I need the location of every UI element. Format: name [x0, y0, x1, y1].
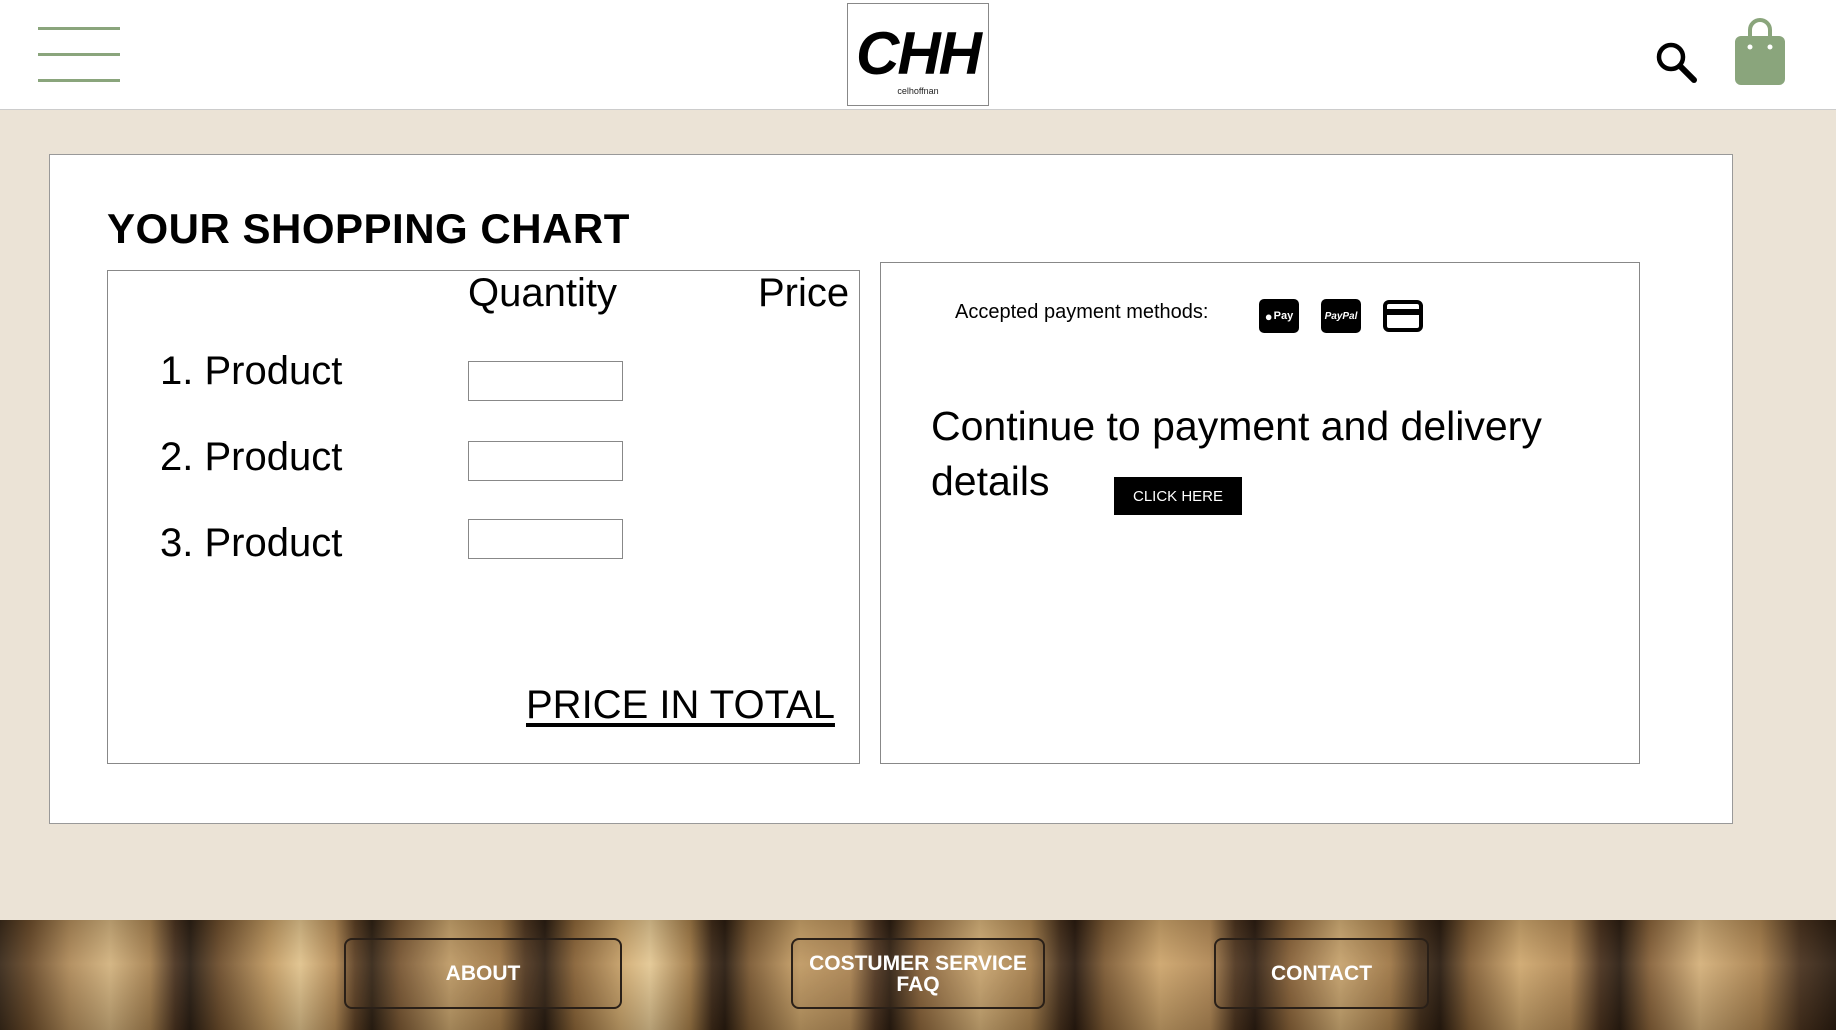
accepted-payment-label: Accepted payment methods:: [955, 301, 1209, 323]
quantity-input-2[interactable]: [468, 441, 623, 481]
top-header: CHH celhoffnan: [0, 0, 1836, 110]
contact-label: CONTACT: [1270, 962, 1373, 985]
about-button[interactable]: ABOUT: [344, 938, 622, 1009]
contact-button[interactable]: CONTACT: [1214, 938, 1429, 1009]
quantity-column-header: Quantity: [468, 271, 617, 315]
price-column-header: Price: [758, 271, 850, 315]
service-label-line1: COSTUMER SERVICE: [809, 951, 1027, 975]
page-title: YOUR SHOPPING CHART: [107, 205, 630, 252]
customer-service-button[interactable]: COSTUMER SERVICE FAQ: [791, 938, 1045, 1009]
shopping-bag-icon[interactable]: [1734, 16, 1786, 86]
cart-items-box: Quantity Price 1. Product 2. Product 3. …: [107, 270, 860, 764]
shopping-cart-panel: YOUR SHOPPING CHART Quantity Price 1. Pr…: [49, 154, 1733, 824]
brand-logo[interactable]: CHH celhoffnan: [847, 3, 989, 106]
click-here-button[interactable]: CLICK HERE: [1114, 477, 1242, 515]
search-icon[interactable]: [1652, 38, 1700, 86]
product-label-1: 1. Product: [160, 349, 343, 393]
hamburger-menu-icon[interactable]: [38, 27, 120, 83]
logo-subtext: celhoffnan: [897, 86, 939, 96]
paypal-text: PayPal: [1324, 310, 1358, 322]
paypal-icon: PayPal: [1321, 299, 1361, 333]
footer-bamboo: ABOUT COSTUMER SERVICE FAQ CONTACT: [0, 920, 1836, 1030]
about-label: ABOUT: [445, 962, 521, 985]
quantity-input-1[interactable]: [468, 361, 623, 401]
payment-box: Accepted payment methods: ● Pay PayPal Co…: [880, 262, 1640, 764]
credit-card-icon: [1383, 300, 1423, 332]
price-total-link[interactable]: PRICE IN TOTAL: [526, 683, 835, 728]
product-label-2: 2. Product: [160, 435, 343, 479]
continue-payment-text: Continue to payment and delivery details: [931, 403, 1542, 504]
apple-pay-text: Pay: [1273, 310, 1294, 322]
logo-text: CHH: [856, 20, 982, 87]
apple-pay-icon: ● Pay: [1259, 299, 1299, 333]
service-label-line2: FAQ: [896, 972, 940, 996]
quantity-input-3[interactable]: [468, 519, 623, 559]
product-label-3: 3. Product: [160, 521, 343, 565]
